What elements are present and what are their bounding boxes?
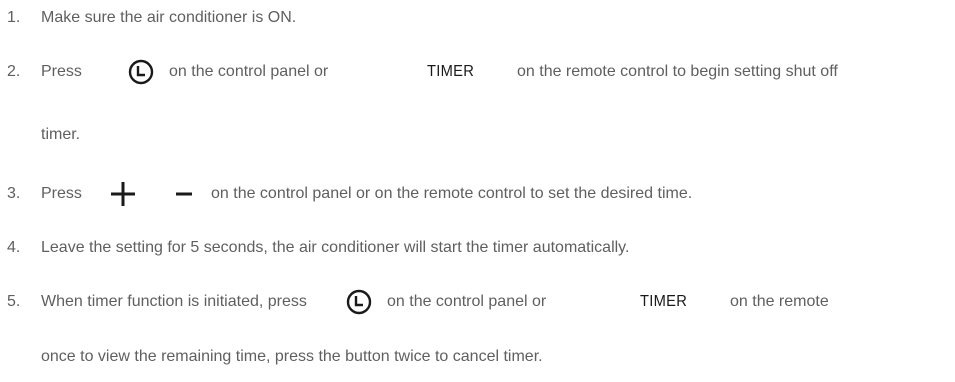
step-text: Make sure the air conditioner is ON. — [41, 9, 297, 26]
step-number: 4. — [7, 239, 21, 256]
step-number: 3. — [7, 185, 21, 202]
step-number: 1. — [7, 9, 21, 26]
step-text: on the control panel or — [387, 293, 547, 310]
step-text: on the remote — [730, 293, 829, 310]
clock-icon — [128, 59, 154, 85]
step-text: on the remote control to begin setting s… — [517, 63, 838, 80]
step-number: 5. — [7, 293, 21, 310]
step-text: on the control panel or — [169, 63, 329, 80]
press-label: Press — [41, 63, 82, 80]
step-text: timer. — [41, 126, 81, 143]
timer-button-label: TIMER — [640, 293, 688, 310]
step-text: on the control panel or on the remote co… — [211, 185, 693, 202]
press-label: Press — [41, 185, 82, 202]
clock-icon — [346, 289, 372, 315]
timer-button-label: TIMER — [427, 63, 475, 80]
plus-icon — [111, 182, 135, 206]
step-text: When timer function is initiated, press — [41, 293, 307, 310]
step-text: once to view the remaining time, press t… — [41, 348, 543, 365]
minus-icon — [176, 192, 192, 196]
step-text: Leave the setting for 5 seconds, the air… — [41, 239, 630, 256]
step-number: 2. — [7, 63, 21, 80]
